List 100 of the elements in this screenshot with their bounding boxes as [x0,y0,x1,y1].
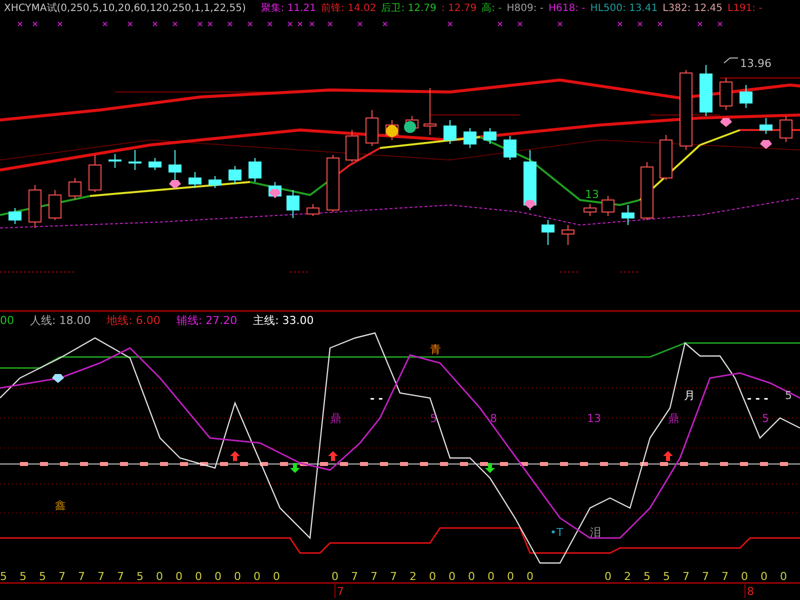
axis-label: 7 [722,570,728,583]
legend-value: 地线: 6.00 [106,313,160,329]
candlestick [424,88,436,136]
axis-label: 5 [644,570,650,583]
axis-label: 0 [448,570,456,583]
candlestick [504,136,516,160]
indicator-value: H809: - [506,2,544,16]
axis-label: 0 [156,570,163,583]
signal-label: 13 [587,412,601,425]
diamond-icon [720,118,732,127]
axis-label: 5 [39,570,46,583]
axis-label: 7 [702,570,709,583]
signal-label: 5 [762,412,769,425]
axis-label: 7 [58,570,66,583]
signal-label: 泪 [590,526,601,539]
candlestick [148,158,162,170]
axis-label: 0 [604,570,612,583]
indicator-value: : 12.79 [441,2,477,16]
diamond-icon [52,374,64,383]
indicator-value: 后卫: 12.79 [381,2,436,16]
axis-label: 0 [741,570,748,583]
axis-label: 0 [254,570,260,583]
indicator-title: XHCYMA试(0,250,5,10,20,60,120,250,1,1,22,55) [4,2,246,16]
indicator-value: 高: - [482,2,502,16]
candlestick [740,84,752,108]
signal-label: 5 [785,389,792,402]
signal-label: 鑫 [55,499,66,512]
candlestick [326,154,340,212]
axis-label: 7 [98,570,104,583]
candlestick [306,204,320,216]
axis-label: 0 [273,570,280,583]
axis-label: 0 [176,570,182,583]
axis-label: 5 [663,570,670,583]
axis-label: 7 [351,570,358,583]
signal-label: 月 [684,389,695,402]
signal-label: 鼎 [668,412,679,425]
signal-label: •T [550,526,564,539]
candlestick [48,190,62,220]
axis-label: 0 [507,570,514,583]
candlestick [128,150,142,170]
up-arrow-icon [328,451,338,461]
candlestick [464,128,476,148]
candlestick [484,128,496,144]
candlestick [584,204,596,216]
circle-icon [386,125,398,137]
date-marker: 8 [747,585,754,598]
candlestick [88,154,102,192]
price-label: 13.96 [740,57,772,70]
candlestick [168,150,182,180]
axis-label: 2 [410,570,416,583]
diamond-icon [524,200,536,209]
candlestick [346,130,358,162]
legend-value: 00 [0,313,14,329]
axis-label: 0 [195,570,202,583]
circle-icon [404,121,416,133]
candlestick [286,190,300,218]
legend-value: 人线: 18.00 [30,313,91,329]
indicator-value: 前锋: 14.02 [321,2,376,16]
signal-label: 鼎 [330,412,341,425]
axis-label: 0 [780,570,787,583]
axis-label: 0 [429,570,436,583]
candlestick [622,204,634,226]
candlestick [760,118,772,134]
leader-line [724,58,738,64]
indicator-value: H618: - [548,2,586,16]
signal-label: 5 [430,412,437,425]
down-arrow-icon [290,463,300,473]
axis-label: 2 [624,570,631,583]
axis-label: 0 [488,570,494,583]
date-marker: 7 [337,585,344,598]
axis-label: 0 [526,570,534,583]
indicator-value: L191: - [728,2,762,16]
candlestick [208,176,222,188]
axis-label: 5 [0,570,7,583]
price-label: 13 [585,188,599,201]
diamond-icon [760,140,772,149]
axis-label: 0 [332,570,338,583]
signal-label: - - - [747,392,768,405]
candlestick [444,120,456,144]
candlestick [780,116,792,142]
candlestick [248,158,262,182]
indicator-value: HL500: 13.41 [590,2,658,16]
candlestick [366,110,378,146]
candlestick [188,172,202,188]
axis-label: 7 [682,570,690,583]
indicator-value: 聚集: 11.21 [260,2,316,16]
candlestick [660,134,672,180]
axis-label: 0 [760,570,768,583]
diamond-icon [269,189,281,198]
signal-label: 8 [490,412,497,425]
candlestick [8,208,22,224]
axis-label: 7 [390,570,397,583]
legend-value: 辅线: 27.20 [176,313,238,329]
axis-label: 0 [214,570,222,583]
axis-label: 5 [136,570,144,583]
candlestick [68,178,82,200]
axis-label: 0 [468,570,475,583]
candlestick [228,166,242,184]
down-arrow-icon [485,463,495,473]
candlestick [542,220,554,246]
